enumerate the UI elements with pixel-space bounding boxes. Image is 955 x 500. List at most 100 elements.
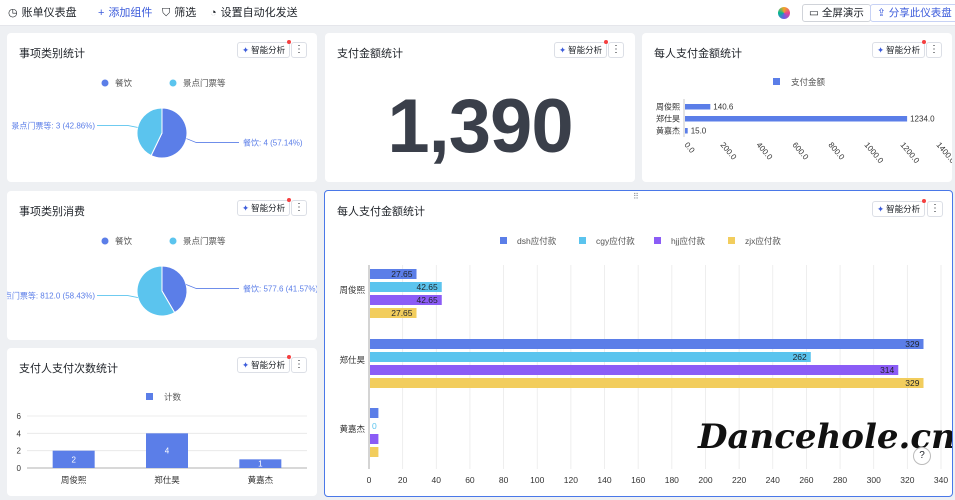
legend-marker — [146, 393, 153, 400]
category-label: 周俊熙 — [656, 102, 680, 112]
bar-value-label: 140.6 — [713, 103, 734, 112]
y-tick-label: 4 — [17, 429, 22, 438]
bar — [370, 365, 899, 375]
card-payer-count: 支付人支付次数统计 ✦ 智能分析 ⋮ 计数 0 2 4 6 2 周俊熙 4 郑仕昊 1 黄嘉杰 — [7, 348, 317, 496]
x-tick-label: 80 — [499, 475, 509, 485]
slice-label: 餐饮: 577.6 (41.57%) — [243, 283, 317, 293]
x-tick-label: 40 — [432, 475, 442, 485]
monitor-icon: ▭ — [809, 7, 822, 19]
bar-value-label: 42.65 — [416, 282, 438, 292]
x-tick-label: 200 — [698, 475, 712, 485]
x-tick-label: 黄嘉杰 — [248, 475, 274, 485]
x-tick-label: 周俊熙 — [61, 475, 87, 485]
legend-marker — [169, 237, 177, 245]
pie-chart-category-spend: 餐饮 景点门票等餐饮: 577.6 (41.57%) 景点门票等: 812.0 (5… — [7, 236, 317, 317]
bar-value-label: 15.0 — [691, 127, 707, 136]
x-tick-label: 280 — [833, 475, 847, 485]
legend-marker — [101, 237, 109, 245]
x-tick-label: 1400.0 — [934, 141, 952, 166]
bar-value-label: 5 — [372, 447, 377, 457]
smart-analysis-button[interactable]: ✦ 智能分析 — [554, 40, 609, 58]
legend-label: 景点门票等 — [183, 78, 226, 88]
bar-chart-per-person-amount: 支付金额周俊熙 140.6 郑仕昊 1234.0 黄嘉杰 15.0 0.0 200.0 400.… — [656, 77, 952, 166]
ai-assistant-icon[interactable] — [778, 7, 790, 19]
bar-value-label: 27.65 — [391, 308, 413, 318]
x-tick-label: 260 — [799, 475, 813, 485]
bar-value-label: 1234.0 — [910, 115, 935, 124]
legend-marker — [169, 79, 177, 87]
legend-marker — [728, 237, 735, 244]
x-tick-label: 180 — [665, 475, 679, 485]
y-tick-label: 6 — [17, 412, 22, 421]
total-amount-value: 1,390 — [387, 84, 573, 169]
slice-label: 景点门票等: 812.0 (58.43%) — [7, 291, 95, 301]
category-label: 郑仕昊 — [339, 355, 365, 365]
legend-label: 支付金额 — [791, 77, 826, 87]
bar-value-label: 262 — [793, 352, 807, 362]
share-dashboard-button[interactable]: ⇪ 分享此仪表盘 — [870, 4, 955, 22]
x-tick-label: 20 — [398, 475, 408, 485]
more-menu-button[interactable]: ⋮ — [608, 42, 624, 58]
card-title: 支付金额统计 — [337, 48, 403, 60]
x-tick-label: 800.0 — [826, 141, 846, 163]
x-tick-label: 240 — [766, 475, 780, 485]
y-tick-label: 2 — [17, 447, 22, 456]
bar — [370, 352, 811, 362]
x-tick-label: 160 — [631, 475, 645, 485]
bar — [370, 378, 924, 388]
category-label: 黄嘉杰 — [656, 126, 680, 136]
x-tick-label: 400.0 — [754, 141, 774, 163]
category-label: 周俊熙 — [339, 285, 365, 295]
bar-value-label: 42.65 — [416, 295, 438, 305]
pie-chart-category-count: 餐饮 景点门票等餐饮: 4 (57.14%) 景点门票等: 3 (42.86%) — [11, 78, 303, 159]
card-total-amount: 支付金额统计 ✦ 智能分析 ⋮ 1,390 — [325, 33, 635, 182]
bar — [370, 339, 924, 349]
x-tick-label: 1000.0 — [862, 141, 885, 166]
x-tick-label: 0.0 — [682, 141, 696, 156]
x-tick-label: 1200.0 — [898, 141, 921, 166]
dashboard-title: ◷ 账单仪表盘 — [8, 0, 77, 26]
legend-marker — [500, 237, 507, 244]
bar-value-label: 5 — [372, 408, 377, 418]
card-per-person-detail[interactable]: ⠿ 每人支付金额统计 ✦ 智能分析 ⋮ dsh应付款 cgy应付款 hjj应付款 zjx… — [324, 190, 953, 497]
bar-value-label: 4 — [165, 447, 170, 456]
legend-label: 计数 — [164, 392, 182, 402]
add-widget-button[interactable]: + 添加组件 — [98, 0, 152, 26]
leader-line — [97, 125, 138, 128]
bar — [685, 104, 711, 110]
bar — [685, 128, 688, 134]
legend-label: cgy应付款 — [596, 236, 635, 246]
legend-label: 景点门票等 — [183, 236, 226, 246]
leader-line — [186, 138, 239, 143]
filter-button[interactable]: ⛉ 筛选 — [162, 0, 196, 26]
card-category-count: 事项类别统计 ✦ 智能分析 ⋮ 餐饮 景点门票等 餐饮: 4 (57.14%) 景点门票… — [7, 33, 317, 182]
x-tick-label: 60 — [465, 475, 475, 485]
category-label: 黄嘉杰 — [339, 424, 365, 434]
bar-value-label: 5 — [372, 434, 377, 444]
auto-send-button[interactable]: ◔ 设置自动化发送 — [210, 0, 298, 26]
clock-icon: ◷ — [8, 7, 18, 19]
x-tick-label: 120 — [564, 475, 578, 485]
plus-icon: + — [98, 7, 105, 19]
legend-label: dsh应付款 — [517, 236, 557, 246]
legend-marker — [773, 78, 780, 85]
share-icon: ⇪ — [877, 7, 889, 19]
legend-label: 餐饮 — [115, 236, 133, 246]
bar-chart-payer-count: 计数 0 2 4 6 2 周俊熙 4 郑仕昊 1 黄嘉杰 — [17, 392, 307, 485]
x-tick-label: 郑仕昊 — [154, 475, 180, 485]
timer-icon: ◔ — [210, 7, 217, 19]
bar-value-label: 1 — [258, 460, 263, 469]
x-tick-label: 340 — [934, 475, 948, 485]
bar-value-label: 0 — [372, 421, 377, 431]
fullscreen-button[interactable]: ▭ 全屏演示 — [802, 4, 871, 22]
slice-label: 餐饮: 4 (57.14%) — [243, 138, 303, 148]
x-tick-label: 600.0 — [790, 141, 810, 163]
x-tick-label: 140 — [597, 475, 611, 485]
category-label: 郑仕昊 — [656, 114, 680, 124]
help-icon[interactable]: ? — [913, 447, 931, 465]
card-category-spend: 事项类别消费 ✦ 智能分析 ⋮ 餐饮 景点门票等 餐饮: 577.6 (41.57%)… — [7, 191, 317, 340]
filter-icon: ⛉ — [162, 7, 171, 19]
y-tick-label: 0 — [17, 464, 22, 473]
bar — [685, 116, 908, 122]
legend-label: zjx应付款 — [745, 236, 781, 246]
